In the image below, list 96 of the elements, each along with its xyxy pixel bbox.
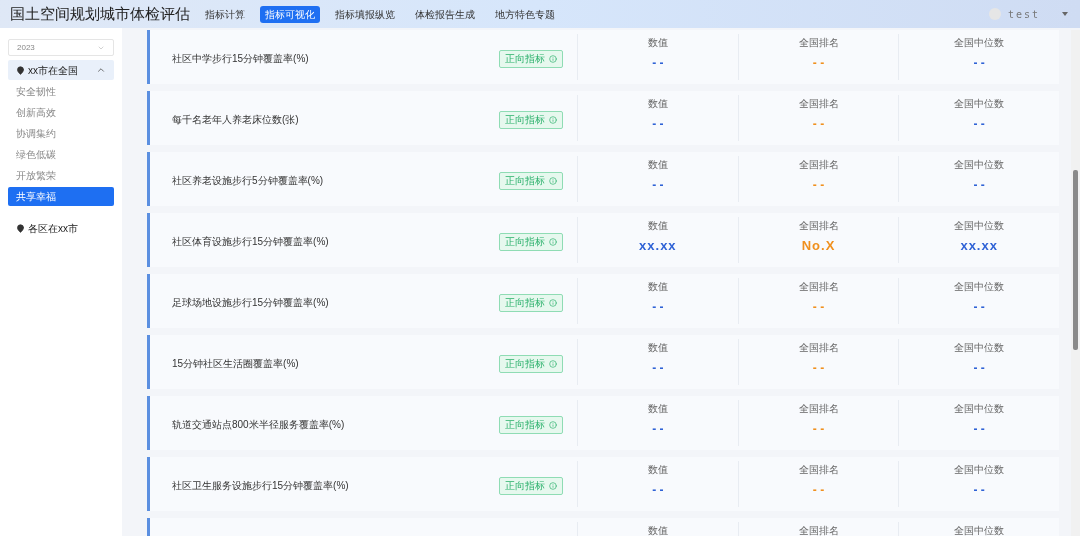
nav-tab[interactable]: 指标计算: [200, 5, 250, 23]
sidebar-item[interactable]: 创新高效: [8, 103, 114, 122]
sidebar-item[interactable]: 安全韧性: [8, 82, 114, 101]
info-icon: [549, 54, 557, 63]
stat-value: - -: [973, 299, 985, 316]
stat-label: 全国中位数: [954, 281, 1005, 293]
sidebar-item[interactable]: 协调集约: [8, 124, 114, 143]
indicator-name: 社区卫生服务设施步行15分钟覆盖率(%): [172, 480, 349, 491]
stat-value: - -: [973, 177, 985, 194]
stat-value: - -: [652, 360, 664, 377]
pin-icon: [16, 65, 25, 75]
positive-indicator-badge[interactable]: 正向指标: [499, 476, 563, 495]
stat-value: - -: [652, 299, 664, 316]
stat-label: 数值: [647, 159, 668, 171]
stat-label: 数值: [647, 403, 668, 415]
stat-value: - -: [652, 55, 664, 72]
positive-indicator-badge[interactable]: 正向指标: [499, 232, 563, 251]
stat-label: 全国中位数: [954, 403, 1005, 415]
stat-label: 数值: [647, 281, 668, 293]
stat-label: 全国中位数: [954, 220, 1005, 232]
stat-value: - -: [812, 116, 825, 133]
stat-label: 全国排名: [798, 159, 839, 171]
caret-icon[interactable]: [1062, 12, 1068, 16]
indicator-name: 社区养老设施步行5分钟覆盖率(%): [172, 175, 324, 186]
scrollbar[interactable]: [1071, 30, 1080, 536]
stat-label: 数值: [647, 342, 668, 354]
stat-label: 全国排名: [798, 342, 839, 354]
stat-value: No.X: [801, 237, 836, 255]
positive-indicator-badge[interactable]: 正向指标: [499, 171, 563, 190]
sidebar-item[interactable]: 绿色低碳: [8, 145, 114, 164]
stat-value: - -: [812, 360, 825, 377]
year-select[interactable]: 2023: [8, 39, 114, 56]
stat-value: xx.xx: [960, 237, 998, 255]
positive-indicator-badge[interactable]: 正向指标: [499, 293, 563, 312]
stat-value: - -: [652, 482, 664, 499]
nav-tab[interactable]: 地方特色专题: [490, 5, 560, 23]
info-icon: [549, 420, 557, 429]
indicator-name: 每千名老年人养老床位数(张): [172, 114, 299, 125]
indicator-name: 社区体育设施步行15分钟覆盖率(%): [172, 236, 329, 247]
stat-label: 数值: [647, 464, 668, 476]
stat-value: - -: [812, 299, 825, 316]
stat-label: 全国中位数: [954, 98, 1005, 110]
stat-label: 全国排名: [798, 525, 839, 536]
stat-value: - -: [812, 421, 825, 438]
stat-label: 全国排名: [798, 281, 839, 293]
nav-tab[interactable]: 指标可视化: [260, 5, 320, 23]
positive-indicator-badge[interactable]: 正向指标: [499, 415, 563, 434]
info-icon: [549, 176, 557, 185]
sidebar-item[interactable]: 共享幸福: [8, 187, 114, 206]
nav-tab[interactable]: 指标填报纵览: [330, 5, 400, 23]
info-icon: [549, 481, 557, 490]
stat-label: 数值: [647, 37, 668, 49]
group-header[interactable]: xx市在全国: [8, 60, 114, 80]
info-icon: [549, 115, 557, 124]
stat-value: - -: [812, 55, 825, 72]
stat-value: - -: [973, 482, 985, 499]
stat-label: 全国中位数: [954, 159, 1005, 171]
stat-label: 全国中位数: [954, 525, 1005, 536]
indicator-name: 轨道交通站点800米半径服务覆盖率(%): [172, 419, 345, 430]
stat-value: - -: [812, 177, 825, 194]
info-icon: [549, 237, 557, 246]
stat-label: 全国中位数: [954, 37, 1005, 49]
stat-label: 全国排名: [798, 220, 839, 232]
stat-value: - -: [973, 421, 985, 438]
stat-value: - -: [973, 360, 985, 377]
nav-tab[interactable]: 体检报告生成: [410, 5, 480, 23]
indicator-name: 足球场地设施步行15分钟覆盖率(%): [172, 297, 329, 308]
indicator-name: 15分钟社区生活圈覆盖率(%): [172, 358, 299, 369]
stat-value: - -: [652, 421, 664, 438]
stat-value: xx.xx: [639, 237, 677, 255]
info-icon: [549, 298, 557, 307]
stat-label: 数值: [647, 98, 668, 110]
user-name[interactable]: test: [1007, 6, 1040, 22]
positive-indicator-badge[interactable]: 正向指标: [499, 110, 563, 129]
stat-value: - -: [973, 116, 985, 133]
pin-icon: [16, 223, 25, 233]
indicator-name: 社区中学步行15分钟覆盖率(%): [172, 53, 309, 64]
stat-label: 全国排名: [798, 464, 839, 476]
stat-value: - -: [812, 482, 825, 499]
stat-value: - -: [973, 55, 985, 72]
app-title: 国土空间规划城市体检评估: [10, 3, 191, 24]
stat-value: - -: [652, 177, 664, 194]
positive-indicator-badge[interactable]: 正向指标: [499, 49, 563, 68]
stat-label: 全国排名: [798, 403, 839, 415]
chevron-icon: [96, 65, 106, 75]
group-header[interactable]: 各区在xx市: [8, 218, 114, 238]
stat-label: 全国中位数: [954, 342, 1005, 354]
stat-value: - -: [652, 116, 664, 133]
info-icon: [549, 359, 557, 368]
sidebar-item[interactable]: 开放繁荣: [8, 166, 114, 185]
stat-label: 数值: [647, 525, 668, 536]
stat-label: 全国排名: [798, 98, 839, 110]
positive-indicator-badge[interactable]: 正向指标: [499, 354, 563, 373]
stat-label: 全国排名: [798, 37, 839, 49]
stat-label: 数值: [647, 220, 668, 232]
stat-label: 全国中位数: [954, 464, 1005, 476]
